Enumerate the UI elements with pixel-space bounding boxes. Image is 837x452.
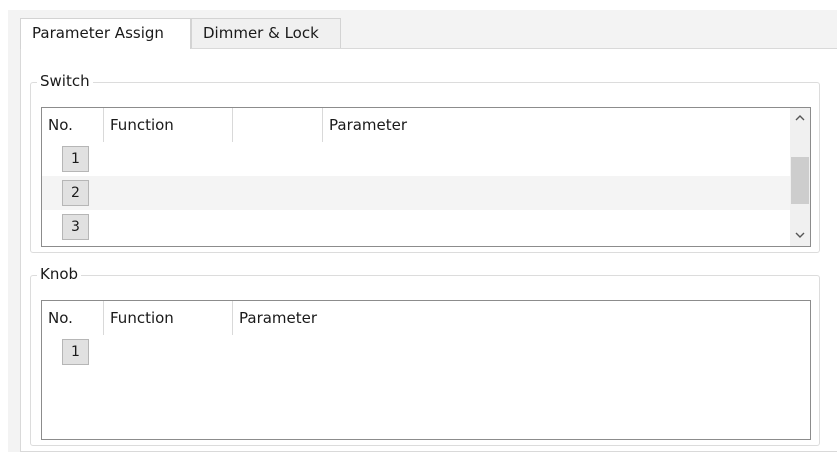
row-number-button[interactable]: 2 <box>62 180 89 206</box>
tab-dimmer-lock[interactable]: Dimmer & Lock <box>191 18 341 48</box>
knob-group-title: Knob <box>37 264 82 284</box>
column-header-parameter: Parameter <box>329 116 408 134</box>
table-row[interactable]: 2 <box>42 176 790 210</box>
knob-group: Knob No. Function Parameter 1 <box>30 264 820 446</box>
switch-group: Switch No. Function Parameter 1 2 3 <box>30 71 820 253</box>
chevron-up-icon[interactable] <box>790 108 810 128</box>
table-row[interactable]: 1 <box>42 142 790 176</box>
knob-table: No. Function Parameter 1 <box>41 300 811 440</box>
scrollbar-thumb[interactable] <box>791 157 809 204</box>
parameter-assign-panel: Switch No. Function Parameter 1 2 3 Knob… <box>20 48 837 452</box>
tab-dimmer-lock-label: Dimmer & Lock <box>203 24 319 42</box>
column-header-no: No. <box>48 116 73 134</box>
row-number-button[interactable]: 3 <box>62 214 89 240</box>
column-header-function: Function <box>110 116 174 134</box>
tab-parameter-assign[interactable]: Parameter Assign <box>20 18 191 49</box>
column-header-function: Function <box>110 309 174 327</box>
table-row[interactable]: 1 <box>42 335 810 369</box>
tab-parameter-assign-label: Parameter Assign <box>32 24 164 42</box>
switch-group-title: Switch <box>37 71 93 91</box>
switch-table-header: No. Function Parameter <box>42 108 810 142</box>
column-header-blank <box>233 108 323 142</box>
table-row[interactable]: 3 <box>42 210 790 244</box>
switch-table: No. Function Parameter 1 2 3 <box>41 107 811 247</box>
column-header-no: No. <box>48 309 73 327</box>
vertical-scrollbar[interactable] <box>790 108 810 246</box>
knob-table-header: No. Function Parameter <box>42 301 810 335</box>
dialog-window: Parameter Assign Dimmer & Lock Switch No… <box>8 10 837 452</box>
row-number-button[interactable]: 1 <box>62 339 89 365</box>
column-header-parameter: Parameter <box>239 309 318 327</box>
chevron-down-icon[interactable] <box>790 226 810 246</box>
row-number-button[interactable]: 1 <box>62 146 89 172</box>
